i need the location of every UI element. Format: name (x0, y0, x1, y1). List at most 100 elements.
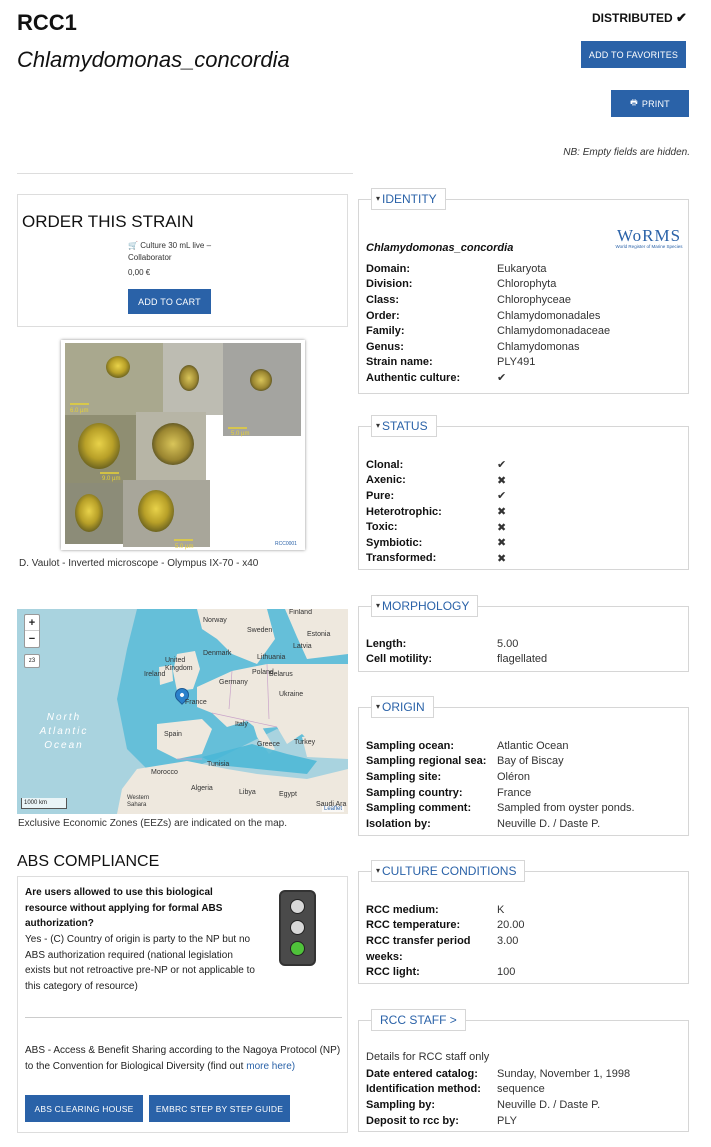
abs-box: Are users allowed to use this biological… (17, 876, 348, 1133)
morphology-tab[interactable]: ▾ MORPHOLOGY (371, 595, 479, 617)
abs-answer: Yes - (C) Country of origin is party to … (25, 934, 255, 992)
origin-tab[interactable]: ▾ ORIGIN (371, 696, 434, 718)
map-label-belarus: Belarus (269, 671, 293, 678)
abs-divider (25, 1017, 342, 1018)
scale-label: 9.0 µm (102, 476, 120, 482)
field-row: Axenic: ✖ (366, 474, 507, 487)
product-line2: Collaborator (128, 253, 172, 262)
order-box: ORDER THIS STRAIN 🛒 Culture 30 mL live –… (17, 194, 348, 327)
add-to-cart-button[interactable]: ADD TO CART (128, 289, 211, 314)
map-label-uk: United Kingdom (165, 657, 205, 673)
staff-panel: RCC STAFF > Details for RCC staff only D… (358, 1009, 689, 1132)
field-row: Cell motility: flagellated (366, 653, 548, 666)
culture-panel: ▾ CULTURE CONDITIONS RCC medium: K RCC tem… (358, 860, 689, 984)
field-row: Toxic: ✖ (366, 521, 507, 534)
traffic-light-icon (279, 890, 316, 966)
field-row: Sampling regional sea: Bay of Biscay (366, 755, 564, 768)
check-icon: ✔ (676, 10, 687, 25)
morphology-fields: Length: 5.00 Cell motility: flagellated (366, 636, 688, 667)
species-title: Chlamydomonas_concordia (17, 47, 290, 72)
map-attribution[interactable]: Leaflet (321, 806, 344, 812)
zoom-out-button[interactable]: − (25, 631, 39, 647)
field-row: Sampling by: Neuville D. / Daste P. (366, 1098, 601, 1111)
identity-tab[interactable]: ▾ IDENTITY (371, 188, 446, 210)
field-row: Clonal: ✔ (366, 458, 507, 472)
order-price: 0,00 € (128, 268, 151, 277)
scale-label: 5.0 µm (175, 544, 193, 550)
field-row: Identification method: sequence (366, 1083, 545, 1096)
map[interactable]: + − z3 Norway Finland Sweden Estonia Lat… (17, 609, 348, 814)
microscope-image-frame[interactable]: 6.0 µm 5.0 µm 9.0 µm 5.0 µm RCC0001 (61, 340, 305, 550)
worms-logo[interactable]: WoRMS World Register of Marine Species (613, 227, 685, 249)
map-label-ukraine: Ukraine (279, 691, 304, 698)
field-row: Heterotrophic: ✖ (366, 505, 507, 519)
embrc-guide-button[interactable]: EMBRC STEP BY STEP GUIDE (149, 1095, 290, 1122)
map-caption: Exclusive Economic Zones (EEZs) are indi… (18, 818, 288, 829)
map-label-ocean: North Atlantic Ocean (39, 711, 89, 753)
identity-tab-label: IDENTITY (382, 192, 437, 206)
worms-tagline: World Register of Marine Species (615, 244, 683, 249)
field-row: Sampling comment: Sampled from oyster pon… (366, 802, 635, 815)
product-line1: Culture 30 mL live – (140, 241, 212, 250)
map-label-sweden: Sweden (247, 627, 273, 634)
field-row: Symbiotic: ✖ (366, 536, 507, 550)
staff-fields: Date entered catalog: Sunday, November 1,… (366, 1066, 688, 1128)
map-scale-bar: 1000 km (21, 798, 67, 809)
field-row: Pure: ✔ (366, 489, 507, 503)
field-row: Deposit to rcc by: PLY (366, 1114, 517, 1127)
map-label-germany: Germany (219, 679, 248, 686)
field-row: Sampling country: France (366, 786, 532, 799)
field-row: Length: 5.00 (366, 637, 519, 650)
microscope-image: 6.0 µm 5.0 µm 9.0 µm 5.0 µm RCC0001 (65, 343, 301, 550)
order-title: ORDER THIS STRAIN (22, 212, 194, 231)
culture-tab[interactable]: ▾ CULTURE CONDITIONS (371, 860, 526, 882)
medium-link[interactable]: K (497, 904, 504, 916)
field-row: RCC light: 100 (366, 966, 516, 979)
cross-icon: ✖ (497, 521, 507, 534)
scale-label: 6.0 µm (70, 408, 88, 414)
more-here-link[interactable]: more here) (246, 1061, 295, 1072)
print-label: PRINT (641, 98, 670, 109)
staff-tab[interactable]: RCC STAFF > (371, 1009, 466, 1031)
empty-fields-note: NB: Empty fields are hidden. (563, 147, 690, 158)
status-tab[interactable]: ▾ STATUS (371, 415, 437, 437)
origin-fields: Sampling ocean: Atlantic Ocean Sampling r… (366, 738, 688, 832)
caret-icon: ▾ (376, 601, 381, 610)
field-row: Genus: Chlamydomonas (366, 340, 580, 353)
map-label-algeria: Algeria (191, 785, 213, 792)
field-row: Isolation by: Neuville D. / Daste P. (366, 817, 601, 830)
field-row: Sampling site: Oléron (366, 770, 531, 783)
print-button[interactable]: 🖶 PRINT (611, 90, 689, 117)
map-label-spain: Spain (164, 731, 182, 738)
origin-tab-label: ORIGIN (382, 700, 425, 714)
abs-footer-text: ABS - Access & Benefit Sharing according… (25, 1043, 343, 1074)
field-row: Family: Chlamydomonadaceae (366, 325, 611, 338)
map-label-lithuania: Lithuania (257, 654, 286, 661)
abs-clearing-house-button[interactable]: ABS CLEARING HOUSE (25, 1095, 143, 1122)
identity-species: Chlamydomonas_concordia (366, 242, 514, 254)
zoom-in-button[interactable]: + (25, 615, 39, 631)
map-label-latvia: Latvia (293, 643, 312, 650)
check-icon: ✔ (497, 372, 507, 385)
check-icon: ✔ (497, 459, 507, 472)
header-divider (17, 173, 353, 174)
strain-id: RCC1 (17, 10, 77, 35)
map-zoom-controls: + − (24, 614, 40, 648)
abs-question: Are users allowed to use this biological… (25, 887, 223, 929)
caret-icon: ▾ (376, 866, 381, 875)
field-row: Transformed: ✖ (366, 552, 507, 565)
caret-icon: ▾ (376, 194, 381, 203)
origin-panel: ▾ ORIGIN Sampling ocean: Atlantic Ocean Sa… (358, 696, 689, 836)
map-layers-button[interactable]: z3 (24, 654, 40, 668)
culture-fields: RCC medium: K RCC temperature: 20.00 RCC t… (366, 902, 688, 980)
morphology-tab-label: MORPHOLOGY (382, 599, 470, 613)
add-to-favorites-button[interactable]: ADD TO FAVORITES (581, 41, 686, 68)
staff-tab-label: RCC STAFF > (380, 1013, 457, 1027)
field-row: RCC transfer period 3.00 (366, 934, 519, 947)
status-panel: ▾ STATUS Clonal: ✔ Axenic: ✖ Pure: ✔ Heterot… (358, 415, 689, 570)
field-row: Division: Chlorophyta (366, 278, 557, 291)
cross-icon: ✖ (497, 474, 507, 487)
map-label-egypt: Egypt (279, 791, 297, 798)
ocean-line3: Ocean (44, 740, 84, 751)
order-product[interactable]: 🛒 Culture 30 mL live – Collaborator (128, 240, 211, 264)
